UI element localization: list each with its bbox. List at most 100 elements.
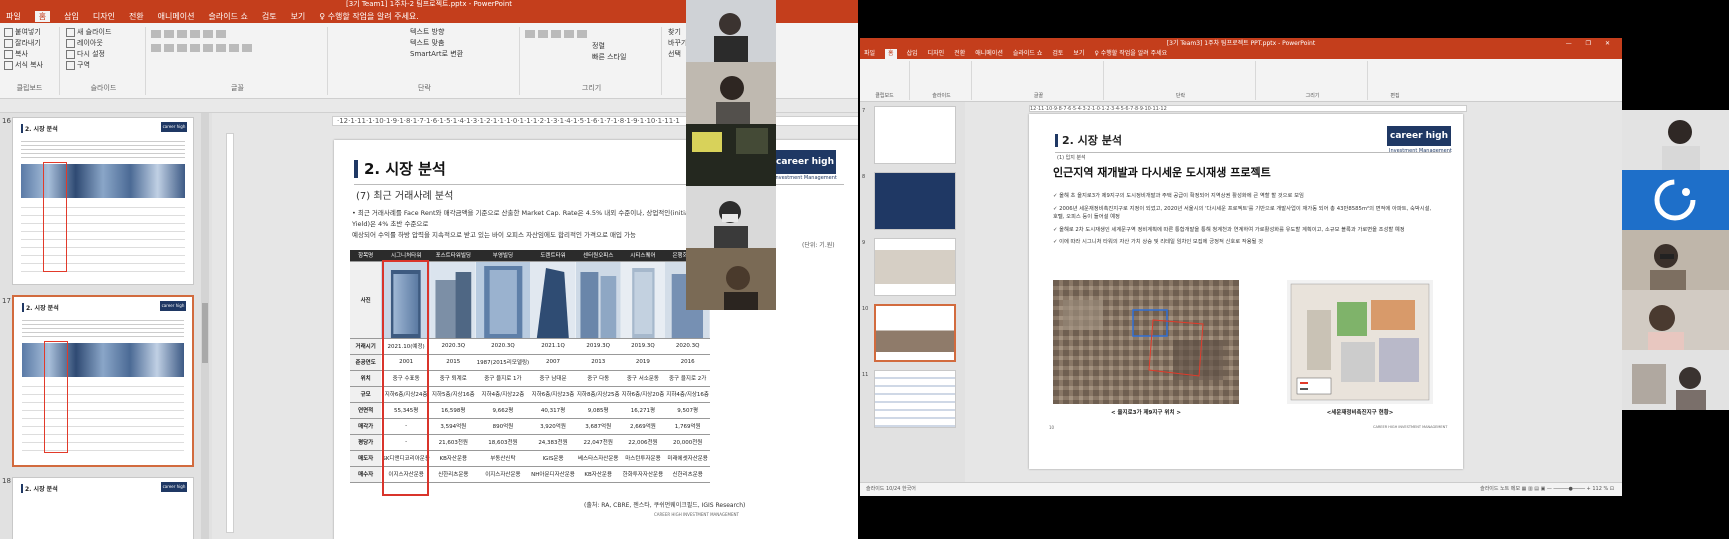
menu-home[interactable]: 홈	[885, 49, 897, 59]
menu-home[interactable]: 홈	[34, 10, 51, 22]
section-button[interactable]: 구역	[62, 60, 145, 71]
participant-video[interactable]	[1622, 290, 1729, 350]
slide-thumbnail-10[interactable]	[874, 304, 956, 362]
shapes-gallery[interactable]	[522, 27, 661, 41]
participant-video[interactable]	[1622, 230, 1729, 290]
right-title-bar: [3기 Team3] 1주차 팀프로젝트 PPT.pptx - PowerPoi…	[860, 38, 1622, 49]
menu-slideshow[interactable]: 슬라이드 쇼	[1013, 49, 1043, 59]
participant-video[interactable]	[1622, 110, 1729, 170]
slide-thumbnail-17[interactable]: 2. 시장 분석 career high	[12, 295, 194, 467]
logo-subtitle: Investment Management	[774, 175, 837, 181]
menu-review[interactable]: 검토	[1052, 49, 1063, 59]
table-row-photos: 사진	[350, 261, 710, 339]
slide-thumbnail-9[interactable]	[874, 238, 956, 296]
section-icon	[66, 60, 75, 70]
ribbon-group-paragraph[interactable]: 단락	[1106, 61, 1256, 100]
ribbon-group-editing[interactable]: 편집	[1370, 61, 1420, 100]
scissors-icon	[4, 38, 13, 48]
tell-me-search[interactable]: ♀ 수행할 작업을 알려 주세요	[1094, 49, 1167, 59]
cut-button[interactable]: 잘라내기	[0, 38, 59, 49]
slide-subtitle: (1) 입지 분석	[1057, 155, 1086, 161]
right-slide-area: 12·11·10·9·8·7·6·5·4·3·2·1·0·1·2·3·4·5·6…	[965, 102, 1622, 482]
right-screen-share: [3기 Team3] 1주차 팀프로젝트 PPT.pptx - PowerPoi…	[860, 0, 1729, 539]
ribbon-group-clipboard: 붙여넣기 잘라내기 복사 서식 복사 클립보드	[0, 27, 60, 95]
participant-video[interactable]	[686, 62, 776, 124]
ribbon-group-clipboard[interactable]: 클립보드	[860, 61, 910, 100]
menu-insert[interactable]: 삽입	[907, 49, 918, 59]
menu-view[interactable]: 보기	[291, 11, 306, 22]
participant-video[interactable]	[686, 0, 776, 62]
participant-video[interactable]	[1622, 170, 1729, 230]
arrange-button[interactable]: 정렬	[522, 41, 661, 52]
layout-button[interactable]: 레이아웃	[62, 38, 145, 49]
ribbon-group-slides: 새 슬라이드 레이아웃 다시 설정 구역 슬라이드	[62, 27, 146, 95]
menu-design[interactable]: 디자인	[928, 49, 945, 59]
participant-video-strip	[686, 0, 776, 325]
table-row: 준공연도 2001 2015 1987(2015리모델링) 2007 2013 2019 20…	[350, 354, 710, 371]
bullet-item: ✓ 이에 따라 시그니처 타워의 자산 가치 상승 및 리테일 임차인 모집에 …	[1053, 239, 1264, 245]
aerial-map-image	[1053, 280, 1239, 404]
reset-button[interactable]: 다시 설정	[62, 49, 145, 60]
participant-video[interactable]	[686, 186, 776, 248]
menu-review[interactable]: 검토	[262, 11, 277, 22]
paste-button[interactable]: 붙여넣기	[0, 27, 59, 38]
transaction-table: 항목명 시그니처타워 포스트타워빌딩 부영빌딩 도렌트타워 센터원오피스 시티스…	[350, 250, 710, 483]
participant-video[interactable]	[1622, 350, 1729, 410]
slide-thumbnail-11[interactable]	[874, 370, 956, 428]
menu-transitions[interactable]: 전환	[954, 49, 965, 59]
ribbon-group-font: 글꼴	[148, 27, 328, 95]
participant-video[interactable]	[686, 248, 776, 310]
slide-thumbnail-7[interactable]	[874, 106, 956, 164]
copy-button[interactable]: 복사	[0, 49, 59, 60]
ribbon-group-drawing[interactable]: 그리기	[1258, 61, 1368, 100]
slide-thumbnail-8[interactable]	[874, 172, 956, 230]
table-row: 위치 중구 수표동 중구 퇴계로 중구 을지로 1가 중구 남대문 중구 다동 중구 서소문…	[350, 370, 710, 387]
menu-slideshow[interactable]: 슬라이드 쇼	[208, 11, 247, 22]
menu-animations[interactable]: 애니메이션	[975, 49, 1003, 59]
building-photo	[530, 261, 576, 337]
current-slide[interactable]: 2. 시장 분석 career high Investment Manageme…	[1029, 114, 1463, 469]
align-text-button[interactable]: 텍스트 맞춤	[330, 38, 519, 49]
slide-counter: 슬라이드 10/24 한국어	[866, 486, 916, 492]
menu-view[interactable]: 보기	[1073, 49, 1084, 59]
slide-thumbnail-16[interactable]: 2. 시장 분석 career high	[12, 117, 194, 285]
tell-me-search[interactable]: ♀ 수행할 작업을 알려 주세요.	[319, 11, 419, 22]
thumbnail-scrollbar[interactable]	[201, 113, 209, 539]
horizontal-ruler: 12·11·10·9·8·7·6·5·4·3·2·1·0·1·2·3·4·5·6…	[1029, 105, 1467, 112]
window-controls[interactable]: — ❐ ✕	[1566, 38, 1616, 49]
slide-footer: CAREER HIGH INVESTMENT MANAGEMENT	[654, 512, 739, 517]
slide-thumbnail-18[interactable]: 2. 시장 분석 career high	[12, 477, 194, 539]
career-high-logo: career high	[774, 150, 836, 174]
horizontal-ruler: ·12·1·11·1·10·1·9·1·8·1·7·1·6·1·5·1·4·1·…	[332, 116, 858, 126]
table-row: 거래시기 2021.10(예정) 2020.3Q 2020.3Q 2021.1Q 2019…	[350, 338, 710, 355]
menu-insert[interactable]: 삽입	[64, 11, 79, 22]
slide-thumbnail-pane: 16 2. 시장 분석 career high 17 2. 시장 분석 care…	[0, 113, 212, 539]
slide-footer: CAREER HIGH INVESTMENT MANAGEMENT	[1373, 425, 1448, 429]
current-slide[interactable]: 2. 시장 분석 career high Investment Manageme…	[334, 140, 858, 539]
new-slide-button[interactable]: 새 슬라이드	[62, 27, 145, 38]
quick-styles-button[interactable]: 빠른 스타일	[522, 52, 661, 63]
participant-video[interactable]	[686, 124, 776, 186]
font-style-controls[interactable]	[148, 41, 327, 55]
menu-animations[interactable]: 애니메이션	[158, 11, 195, 22]
slide-heading: 인근지역 재개발과 다시세운 도시재생 프로젝트	[1053, 166, 1271, 179]
building-photo	[475, 261, 531, 337]
menu-file[interactable]: 파일	[864, 49, 875, 59]
table-row: 매도자 SK디앤디코리아운용 KB자산운용 부동산신탁 IGIS운용 베스타스자산운용 마스…	[350, 450, 710, 467]
map-caption: < 을지로3가 제9지구 위치 >	[1110, 410, 1182, 416]
smartart-button[interactable]: SmartArt로 변환	[330, 49, 519, 60]
slide-subtitle: (7) 최근 거래사례 분석	[356, 191, 454, 202]
right-menu-bar: 파일 홈 삽입 디자인 전환 애니메이션 슬라이드 쇼 검토 보기 ♀ 수행할 …	[860, 49, 1622, 59]
zoom-controls[interactable]: 슬라이드 노트 메모 ▦ ▥ ▤ ▣ — ─────●──── + 112 % …	[1480, 483, 1614, 496]
text-direction-button[interactable]: 텍스트 방향	[330, 27, 519, 38]
menu-design[interactable]: 디자인	[93, 11, 115, 22]
participant-video-strip	[1622, 110, 1729, 410]
ribbon-group-slides[interactable]: 슬라이드	[912, 61, 972, 100]
ribbon-group-font[interactable]: 글꼴	[974, 61, 1104, 100]
format-painter-button[interactable]: 서식 복사	[0, 60, 59, 71]
font-controls[interactable]	[148, 27, 327, 41]
table-row: 매수자 이지스자산운용 신한리츠운용 이지스자산운용 NH아문디자산운용 KB자산운용 한화…	[350, 466, 710, 483]
scrollbar-thumb[interactable]	[202, 303, 208, 363]
menu-transitions[interactable]: 전환	[129, 11, 144, 22]
menu-file[interactable]: 파일	[6, 11, 21, 22]
